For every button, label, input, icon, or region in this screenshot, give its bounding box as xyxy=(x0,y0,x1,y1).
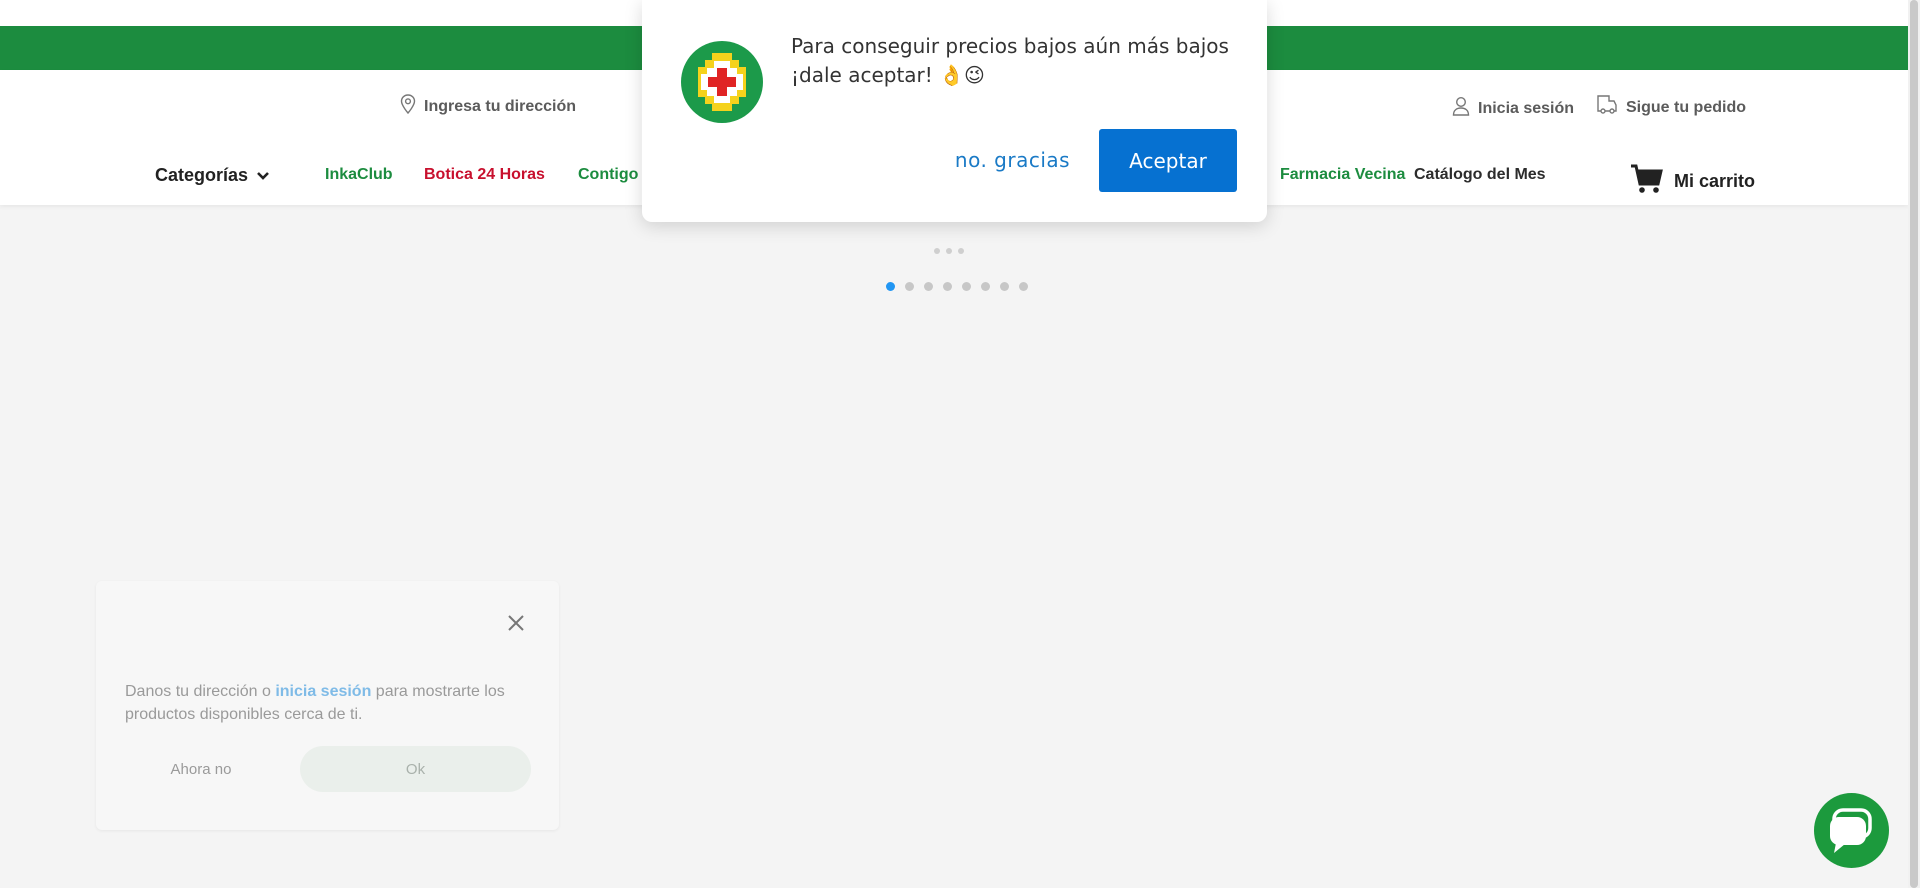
cart-icon xyxy=(1630,163,1664,200)
notification-permission-modal: Para conseguir precios bajos aún más baj… xyxy=(642,0,1267,222)
categories-label: Categorías xyxy=(155,165,249,185)
ok-button[interactable]: Ok xyxy=(300,746,531,792)
decline-button[interactable]: no. gracias xyxy=(940,129,1085,191)
address-prompt-text: Danos tu dirección o inicia sesión para … xyxy=(125,680,525,726)
login-inline-link[interactable]: inicia sesión xyxy=(275,683,371,700)
carousel-page-dot[interactable] xyxy=(1000,282,1009,291)
track-order-label: Sigue tu pedido xyxy=(1626,98,1746,116)
loading-dot xyxy=(946,248,952,254)
login-label: Inicia sesión xyxy=(1478,99,1575,117)
inkafarma-logo-icon xyxy=(680,40,764,124)
user-icon xyxy=(1452,96,1470,121)
carousel-page-dot[interactable] xyxy=(943,282,952,291)
location-pin-icon xyxy=(400,94,416,119)
scrollbar-thumb[interactable] xyxy=(1910,0,1918,888)
modal-message: Para conseguir precios bajos aún más baj… xyxy=(791,34,1229,87)
prompt-text-start: Danos tu dirección o xyxy=(125,683,276,700)
nav-link-catalogo-del-mes[interactable]: Catálogo del Mes xyxy=(1414,166,1546,184)
carousel-page-dot[interactable] xyxy=(1019,282,1028,291)
loading-dot xyxy=(934,248,940,254)
chat-bubble-icon xyxy=(1814,808,1889,872)
accept-button[interactable]: Aceptar xyxy=(1099,129,1237,192)
package-tracking-icon xyxy=(1596,94,1618,121)
chevron-down-icon xyxy=(256,165,270,186)
cart-button[interactable]: Mi carrito xyxy=(1630,163,1755,200)
not-now-button[interactable]: Ahora no xyxy=(126,746,276,792)
nav-link-farmacia-vecina[interactable]: Farmacia Vecina xyxy=(1280,166,1405,184)
nav-link-botica-24-horas[interactable]: Botica 24 Horas xyxy=(424,166,545,184)
chat-button[interactable] xyxy=(1814,793,1889,868)
nav-link-inkaclub[interactable]: InkaClub xyxy=(325,166,393,184)
track-order-link[interactable]: Sigue tu pedido xyxy=(1596,94,1746,121)
carousel-page-dot[interactable] xyxy=(886,282,895,291)
carousel-page-dot[interactable] xyxy=(962,282,971,291)
carousel-page-dot[interactable] xyxy=(905,282,914,291)
loading-dot xyxy=(958,248,964,254)
nav-link-contigo[interactable]: Contigo I xyxy=(578,166,647,184)
categories-menu[interactable]: Categorías xyxy=(155,165,270,186)
address-selector[interactable]: Ingresa tu dirección xyxy=(400,94,576,119)
address-prompt-popup: Danos tu dirección o inicia sesión para … xyxy=(96,581,559,830)
address-label: Ingresa tu dirección xyxy=(424,97,577,115)
close-icon[interactable] xyxy=(506,613,526,633)
cart-label: Mi carrito xyxy=(1674,171,1756,191)
scrollbar[interactable] xyxy=(1908,0,1920,888)
login-link[interactable]: Inicia sesión xyxy=(1452,96,1574,121)
carousel-loading-indicator xyxy=(934,248,964,254)
carousel-pagination xyxy=(886,282,1028,291)
carousel-page-dot[interactable] xyxy=(924,282,933,291)
carousel-page-dot[interactable] xyxy=(981,282,990,291)
